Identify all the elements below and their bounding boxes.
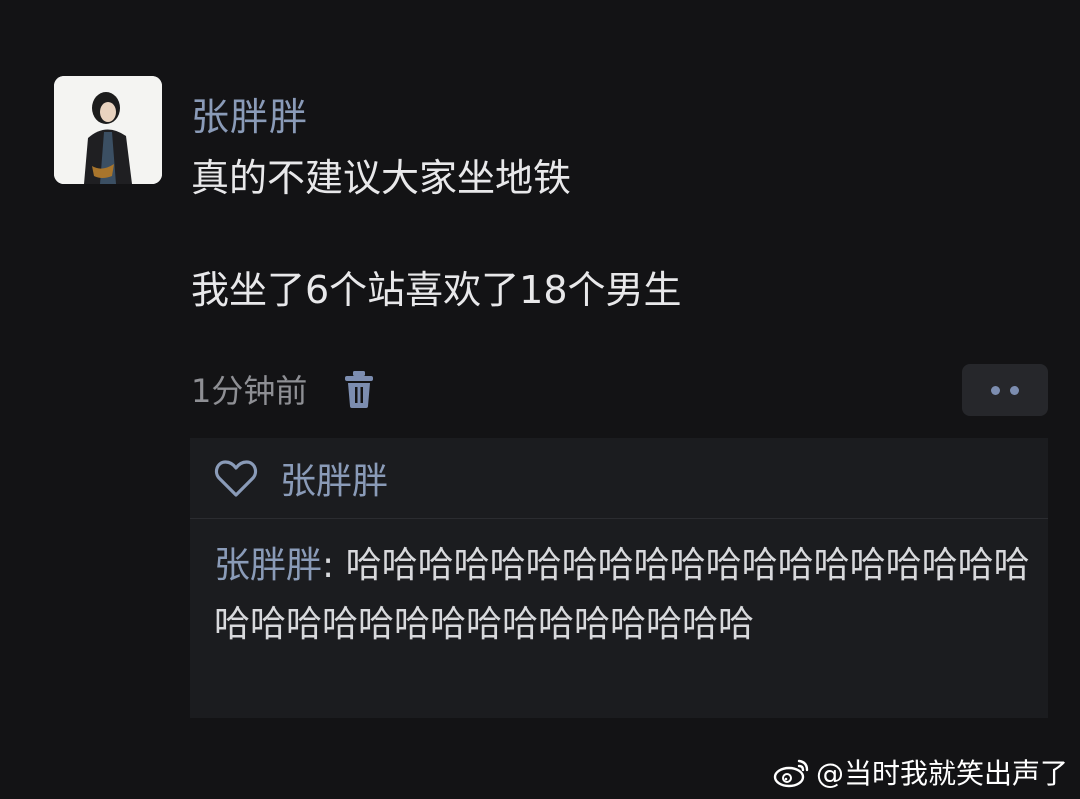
interaction-panel: 张胖胖 张胖胖: 哈哈哈哈哈哈哈哈哈哈哈哈哈哈哈哈哈哈哈哈哈哈哈哈哈哈哈哈哈哈哈… [190,438,1048,718]
weibo-logo-icon [773,759,809,788]
more-button[interactable] [962,364,1048,416]
post-line: 我坐了6个站喜欢了18个男生 [191,268,682,312]
avatar-illustration [54,76,162,184]
post-timestamp: 1分钟前 [191,372,308,410]
post-meta: 1分钟前 [191,364,375,414]
post-line: 真的不建议大家坐地铁 [191,156,572,200]
like-user-name[interactable]: 张胖胖 [280,452,388,504]
watermark-text: @当时我就笑出声了 [815,757,1068,790]
trash-icon[interactable] [343,369,375,409]
likes-row: 张胖胖 [190,438,1048,519]
watermark: @当时我就笑出声了 [772,752,1068,792]
comment[interactable]: 张胖胖: 哈哈哈哈哈哈哈哈哈哈哈哈哈哈哈哈哈哈哈哈哈哈哈哈哈哈哈哈哈哈哈哈哈哈 [214,536,1034,654]
comment-separator: : [322,545,346,586]
post-text: 真的不建议大家坐地铁 我坐了6个站喜欢了18个男生 [191,150,971,318]
more-dots-icon [1010,385,1019,395]
more-dots-icon [991,385,1000,395]
comment-author[interactable]: 张胖胖 [214,545,322,586]
post-author-name[interactable]: 张胖胖 [191,86,308,141]
post-line [191,206,971,262]
avatar[interactable] [54,76,162,184]
heart-icon[interactable] [214,458,258,498]
